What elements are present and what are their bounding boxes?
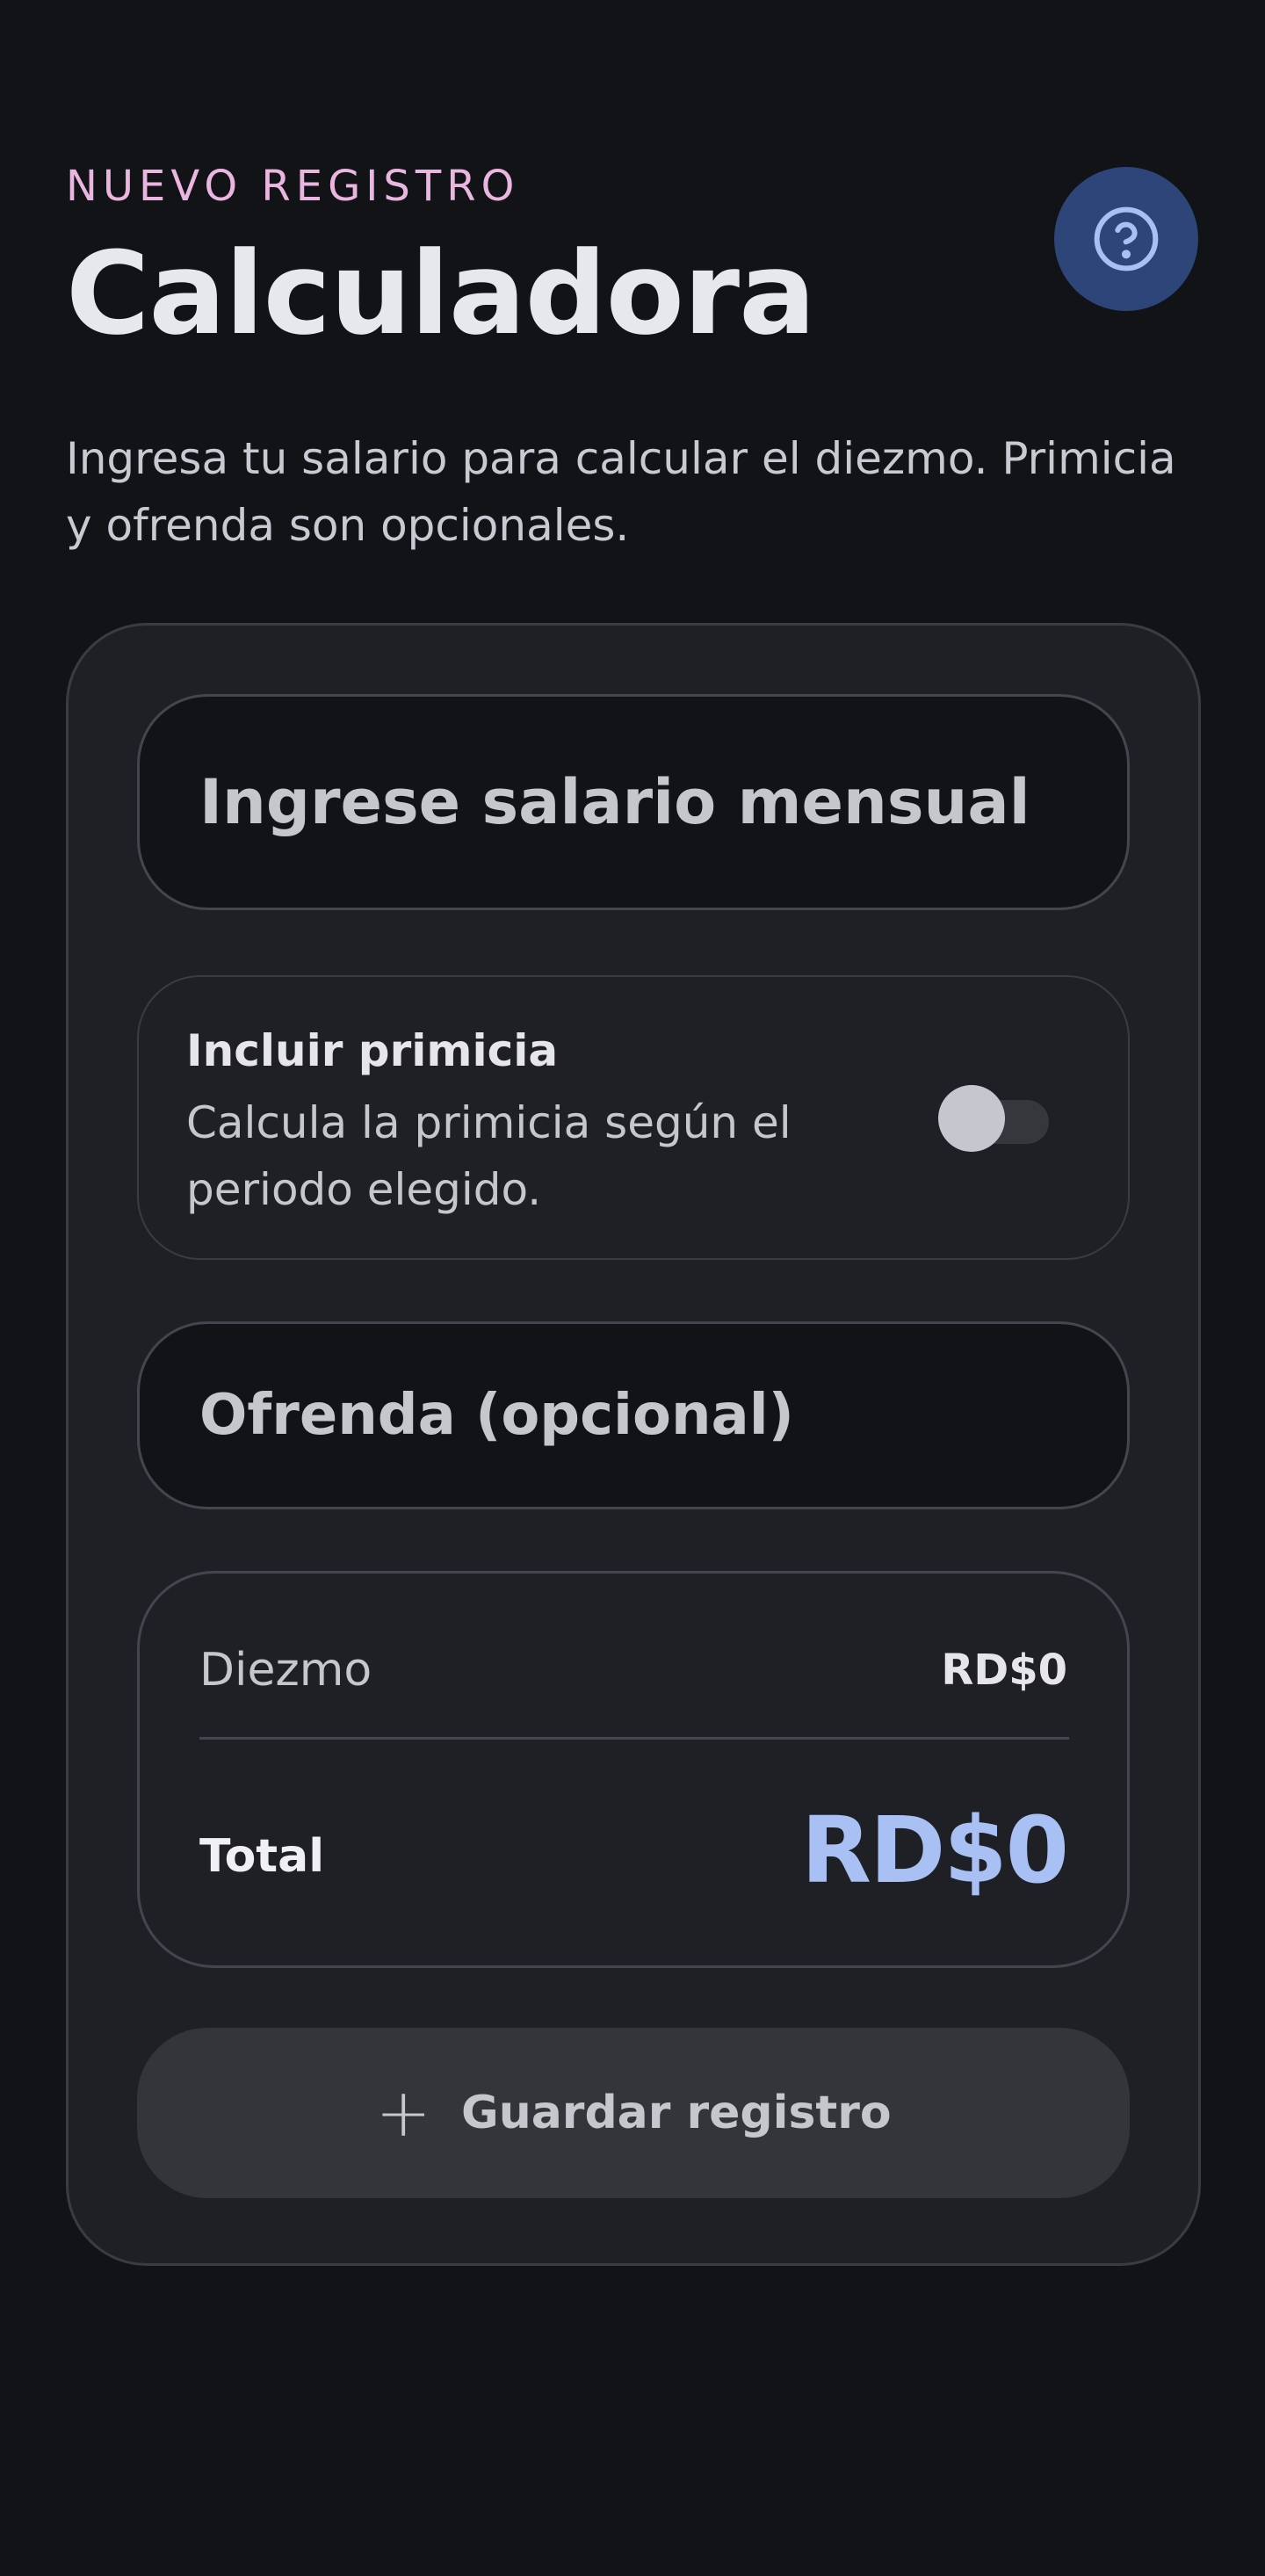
primicia-title: Incluir primicia	[186, 1025, 559, 1076]
help-button[interactable]	[1054, 167, 1198, 311]
summary-divider	[199, 1737, 1069, 1740]
primicia-description: Calcula la primicia según el periodo ele…	[186, 1097, 792, 1215]
page-description: Ingresa tu salario para calcular el diez…	[66, 433, 1176, 551]
calculator-card: Incluir primicia Calcula la primicia seg…	[66, 623, 1201, 2266]
page-title: Calculadora	[66, 227, 816, 360]
primicia-switch[interactable]	[938, 1081, 1052, 1153]
switch-thumb	[938, 1085, 1005, 1152]
page-eyebrow: NUEVO REGISTRO	[66, 162, 520, 211]
help-circle-icon	[1094, 206, 1159, 271]
offering-input[interactable]	[137, 1321, 1130, 1509]
tithe-label: Diezmo	[199, 1644, 372, 1697]
total-value: RD$0	[800, 1797, 1069, 1904]
primicia-toggle-card: Incluir primicia Calcula la primicia seg…	[137, 975, 1130, 1260]
salary-input[interactable]	[137, 694, 1130, 910]
save-record-label: Guardar registro	[461, 2087, 892, 2139]
total-label: Total	[199, 1830, 325, 1883]
summary-card: Diezmo RD$0 Total RD$0	[137, 1571, 1130, 1968]
plus-icon: +	[375, 2073, 432, 2152]
tithe-value: RD$0	[941, 1646, 1067, 1695]
save-record-button[interactable]: + Guardar registro	[137, 2028, 1130, 2198]
